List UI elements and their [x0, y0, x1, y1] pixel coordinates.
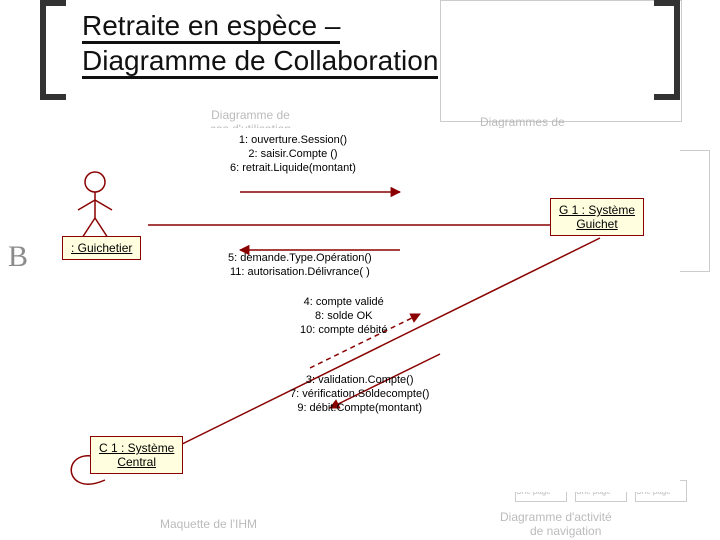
object-central: C 1 : Système Central	[90, 436, 183, 474]
msg-top-back: 5: demande.Type.Opération() 11: autorisa…	[228, 252, 372, 280]
object-guichet: G 1 : Système Guichet	[550, 198, 644, 236]
msg-mid-return: 4: compte validé 8: solde OK 10: compte …	[300, 296, 387, 337]
bg-label-bottom-left: Maquette de l'IHM	[160, 517, 257, 531]
slide-title: Retraite en espèce – Diagramme de Collab…	[50, 8, 670, 78]
msg-bottom-call: 3: validation.Compte() 7: vérification.S…	[290, 374, 429, 415]
actor-guichetier: : Guichetier	[62, 236, 141, 260]
title-line2: Diagramme de Collaboration	[82, 45, 438, 79]
collaboration-diagram: : Guichetier G 1 : Système Guichet C 1 :…	[40, 128, 680, 492]
bg-label-bottom-right-1: Diagramme d'activité	[500, 510, 612, 524]
bg-label-bottom-right-2: de navigation	[530, 524, 601, 538]
title-line1: Retraite en espèce –	[82, 10, 340, 44]
slide-canvas: Diagrammes de Diagramme de cas d'utilisa…	[0, 0, 720, 540]
msg-top-forward: 1: ouverture.Session() 2: saisir.Compte …	[230, 134, 356, 175]
bg-big-b: B	[8, 240, 28, 274]
